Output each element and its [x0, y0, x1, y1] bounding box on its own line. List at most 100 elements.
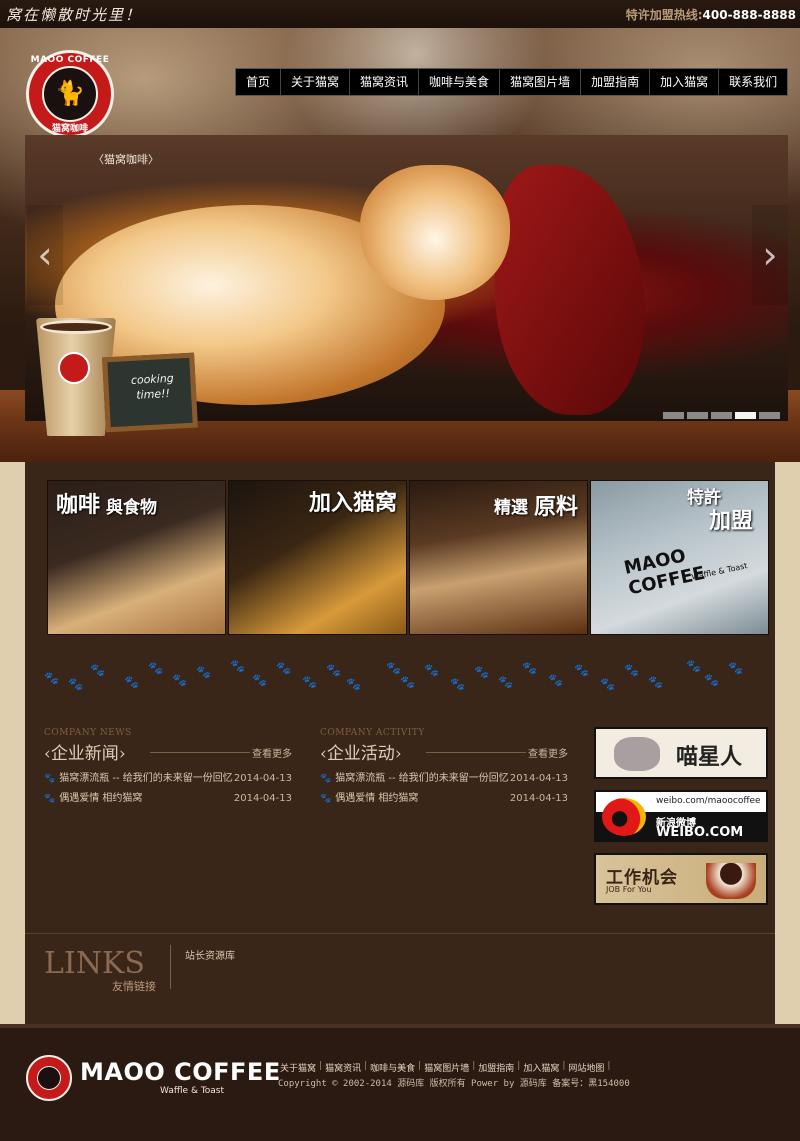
view-more-link[interactable]: 查看更多: [252, 745, 292, 760]
links-title: 友情链接: [112, 980, 156, 993]
hotline-label: 特许加盟热线:: [625, 8, 703, 22]
chevron-right-icon[interactable]: ›: [752, 205, 788, 305]
footer-brand-name: MAOO COFFEE: [80, 1058, 281, 1086]
footer-link-sitemap[interactable]: 网站地图: [568, 1061, 604, 1074]
paw-icon: 🐾: [230, 659, 245, 673]
paw-icon: 🐾: [252, 673, 267, 687]
section-title: ‹企业新闻›: [44, 744, 126, 764]
feature-ingredients[interactable]: 精選 原料: [409, 480, 588, 635]
slide-caption: 〈猫窝咖啡〉: [93, 153, 159, 166]
section-divider: [150, 752, 250, 753]
nav-item-news[interactable]: 猫窝资讯: [350, 69, 420, 95]
nav-item-photo-wall[interactable]: 猫窝图片墙: [500, 69, 582, 95]
banner-url: weibo.com/maoocoffee: [656, 796, 761, 806]
feature-title: 加入猫窝: [309, 491, 398, 516]
footer-link-join[interactable]: 加入猫窝: [523, 1061, 559, 1074]
footer-link-news[interactable]: 猫窝资讯: [325, 1061, 361, 1074]
footer-separator: |: [418, 1061, 422, 1071]
footer-separator: |: [607, 1061, 611, 1071]
jobs-banner[interactable]: 工作机会 JOB For You: [594, 853, 768, 905]
banner-text: 喵星人: [676, 745, 743, 770]
news-item[interactable]: 🐾 偶遇爱情 相约猫窝 2014-04-13: [44, 789, 294, 809]
footer-link-coffee-food[interactable]: 咖啡与美食: [370, 1061, 415, 1074]
paw-icon: 🐾: [172, 673, 187, 687]
friend-link[interactable]: 站长资源库: [185, 947, 235, 962]
banner-sub-text: JOB For You: [606, 885, 652, 894]
site-logo[interactable]: MAOO COFFEE 🐈 猫窝咖啡: [26, 50, 114, 138]
logo-chinese-text: 猫窝咖啡: [51, 124, 88, 134]
footer-logo[interactable]: [26, 1055, 72, 1101]
paw-icon: 🐾: [276, 661, 291, 675]
paw-bullet-icon: 🐾: [44, 794, 56, 804]
footer-link-about[interactable]: 关于猫窝: [280, 1061, 316, 1074]
activity-title: 猫窝漂流瓶 -- 给我们的未来留一份回忆: [335, 773, 509, 784]
feature-title: 咖啡: [56, 493, 101, 518]
activity-date: 2014-04-13: [509, 773, 568, 784]
footer-link-photo-wall[interactable]: 猫窝图片墙: [424, 1061, 469, 1074]
banner-en-text: WEIBO.COM: [656, 825, 744, 840]
company-news-section: COMPANY NEWS ‹企业新闻› 查看更多 🐾 猫窝漂流瓶 -- 给我们的未…: [44, 728, 294, 809]
paw-bullet-icon: 🐾: [44, 774, 56, 784]
logo-brand-text: MAOO COFFEE: [30, 55, 110, 65]
section-header: ‹企业新闻› 查看更多: [44, 739, 294, 764]
nav-item-coffee-food[interactable]: 咖啡与美食: [419, 69, 501, 95]
slider-dot-active[interactable]: [735, 412, 756, 419]
slider-dot[interactable]: [759, 412, 780, 419]
activity-list: 🐾 猫窝漂流瓶 -- 给我们的未来留一份回忆 2014-04-13 🐾 偶遇爱情 相…: [320, 769, 570, 809]
coffee-cup-icon: [706, 863, 756, 899]
footer-link-franchise-guide[interactable]: 加盟指南: [478, 1061, 514, 1074]
section-header: ‹企业活动› 查看更多: [320, 739, 570, 764]
paw-icon: 🐾: [474, 665, 489, 679]
cat-lovers-banner[interactable]: 喵星人: [594, 727, 768, 779]
coffee-cup-lid: [40, 320, 112, 334]
paw-icon: 🐾: [424, 663, 439, 677]
nav-item-home[interactable]: 首页: [236, 69, 282, 95]
top-bar: 窝在懒散时光里！ 特许加盟热线:400-888-8888: [0, 0, 800, 28]
activity-date: 2014-04-13: [509, 793, 568, 804]
news-list: 🐾 猫窝漂流瓶 -- 给我们的未来留一份回忆 2014-04-13 🐾 偶遇爱情 相…: [44, 769, 294, 809]
paw-icon: 🐾: [44, 671, 59, 685]
footer-brand-sub: Waffle & Toast: [160, 1086, 225, 1096]
paw-icon: 🐾: [728, 661, 743, 675]
slide-cat-head: [360, 165, 510, 300]
company-activity-section: COMPANY ACTIVITY ‹企业活动› 查看更多 🐾 猫窝漂流瓶 -- 给…: [320, 728, 570, 809]
activity-item[interactable]: 🐾 偶遇爱情 相约猫窝 2014-04-13: [320, 789, 570, 809]
paw-icon: 🐾: [346, 677, 361, 691]
cat-icon: 🐈: [42, 66, 98, 122]
chalkboard-sign: cooking time!!: [102, 352, 198, 433]
links-separator: [170, 945, 171, 989]
site-footer: MAOO COFFEE Waffle & Toast 关于猫窝 | 猫窝资讯 | 咖…: [0, 1024, 800, 1141]
links-title-en: LINKS: [44, 946, 145, 981]
news-item[interactable]: 🐾 猫窝漂流瓶 -- 给我们的未来留一份回忆 2014-04-13: [44, 769, 294, 789]
nav-item-join[interactable]: 加入猫窝: [650, 69, 720, 95]
paw-icon: 🐾: [624, 663, 639, 677]
main-navigation: 首页 关于猫窝 猫窝资讯 咖啡与美食 猫窝图片墙 加盟指南 加入猫窝 联系我们: [235, 68, 789, 96]
weibo-banner[interactable]: weibo.com/maoocoffee 新浪微博 WEIBO.COM: [594, 790, 768, 842]
chevron-left-icon[interactable]: ‹: [27, 205, 63, 305]
paw-icon: 🐾: [90, 663, 105, 677]
nav-item-about[interactable]: 关于猫窝: [281, 69, 351, 95]
cat-illustration-icon: [614, 737, 660, 771]
feature-franchise[interactable]: 特許 加盟 MAOO COFFEE Waffle & Toast: [590, 480, 769, 635]
cup-logo-icon: [58, 352, 90, 384]
slider-dot[interactable]: [711, 412, 732, 419]
nav-item-franchise-guide[interactable]: 加盟指南: [581, 69, 651, 95]
section-title-text: 企业新闻: [50, 744, 119, 764]
activity-item[interactable]: 🐾 猫窝漂流瓶 -- 给我们的未来留一份回忆 2014-04-13: [320, 769, 570, 789]
news-title: 偶遇爱情 相约猫窝: [59, 793, 143, 804]
feature-join[interactable]: 加入猫窝: [228, 480, 407, 635]
paw-icon: 🐾: [686, 659, 701, 673]
hotline-number[interactable]: 400-888-8888: [703, 8, 796, 22]
view-more-link[interactable]: 查看更多: [528, 745, 568, 760]
footer-separator: |: [319, 1061, 323, 1071]
franchise-hotline: 特许加盟热线:400-888-8888: [626, 6, 796, 23]
slider-dot[interactable]: [687, 412, 708, 419]
slider-dot[interactable]: [663, 412, 684, 419]
section-divider: [426, 752, 526, 753]
footer-separator: |: [517, 1061, 521, 1071]
feature-coffee-food[interactable]: 咖啡 與食物: [47, 480, 226, 635]
weibo-icon: [602, 798, 646, 836]
paw-icon: 🐾: [386, 661, 401, 675]
section-title-text: 企业活动: [326, 744, 395, 764]
nav-item-contact[interactable]: 联系我们: [719, 69, 787, 95]
